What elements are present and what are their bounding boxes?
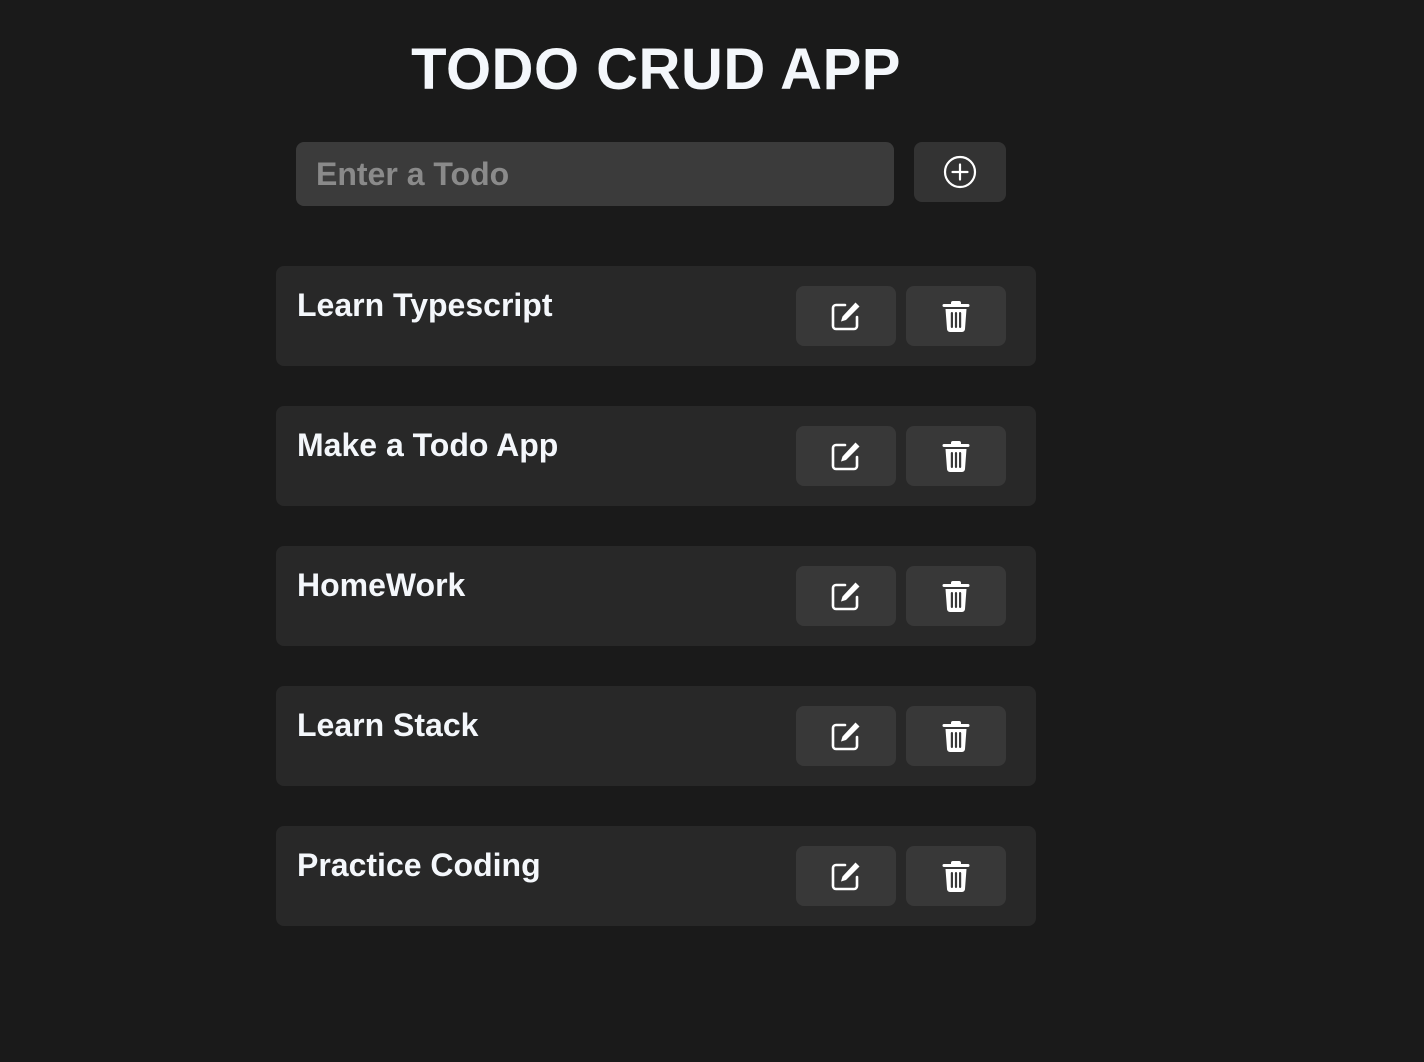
todo-text: Make a Todo App <box>297 427 559 463</box>
delete-button[interactable] <box>906 286 1006 346</box>
edit-button[interactable] <box>796 706 896 766</box>
page-title: TODO CRUD APP <box>411 37 901 102</box>
trash-icon <box>941 719 971 753</box>
edit-icon <box>829 719 863 753</box>
edit-button[interactable] <box>796 566 896 626</box>
todo-app: TODO CRUD APP Learn Typescript <box>0 0 1424 1062</box>
todo-text: Learn Stack <box>297 707 479 743</box>
add-todo-button[interactable] <box>914 142 1006 202</box>
delete-button[interactable] <box>906 426 1006 486</box>
todo-item: Make a Todo App <box>276 406 1036 506</box>
edit-icon <box>829 859 863 893</box>
delete-button[interactable] <box>906 706 1006 766</box>
edit-icon <box>829 439 863 473</box>
todo-item: Learn Stack <box>276 686 1036 786</box>
trash-icon <box>941 859 971 893</box>
edit-button[interactable] <box>796 846 896 906</box>
trash-icon <box>941 299 971 333</box>
delete-button[interactable] <box>906 566 1006 626</box>
todo-text: Learn Typescript <box>297 287 553 323</box>
edit-button[interactable] <box>796 286 896 346</box>
edit-icon <box>829 299 863 333</box>
todo-text: HomeWork <box>297 567 466 603</box>
trash-icon <box>941 439 971 473</box>
edit-icon <box>829 579 863 613</box>
trash-icon <box>941 579 971 613</box>
todo-list: Learn Typescript Make a Todo App HomeWor… <box>276 266 1036 966</box>
edit-button[interactable] <box>796 426 896 486</box>
todo-item: Practice Coding <box>276 826 1036 926</box>
todo-item: Learn Typescript <box>276 266 1036 366</box>
delete-button[interactable] <box>906 846 1006 906</box>
plus-circle-icon <box>943 155 977 189</box>
todo-input[interactable] <box>296 142 894 206</box>
todo-text: Practice Coding <box>297 847 541 883</box>
todo-item: HomeWork <box>276 546 1036 646</box>
